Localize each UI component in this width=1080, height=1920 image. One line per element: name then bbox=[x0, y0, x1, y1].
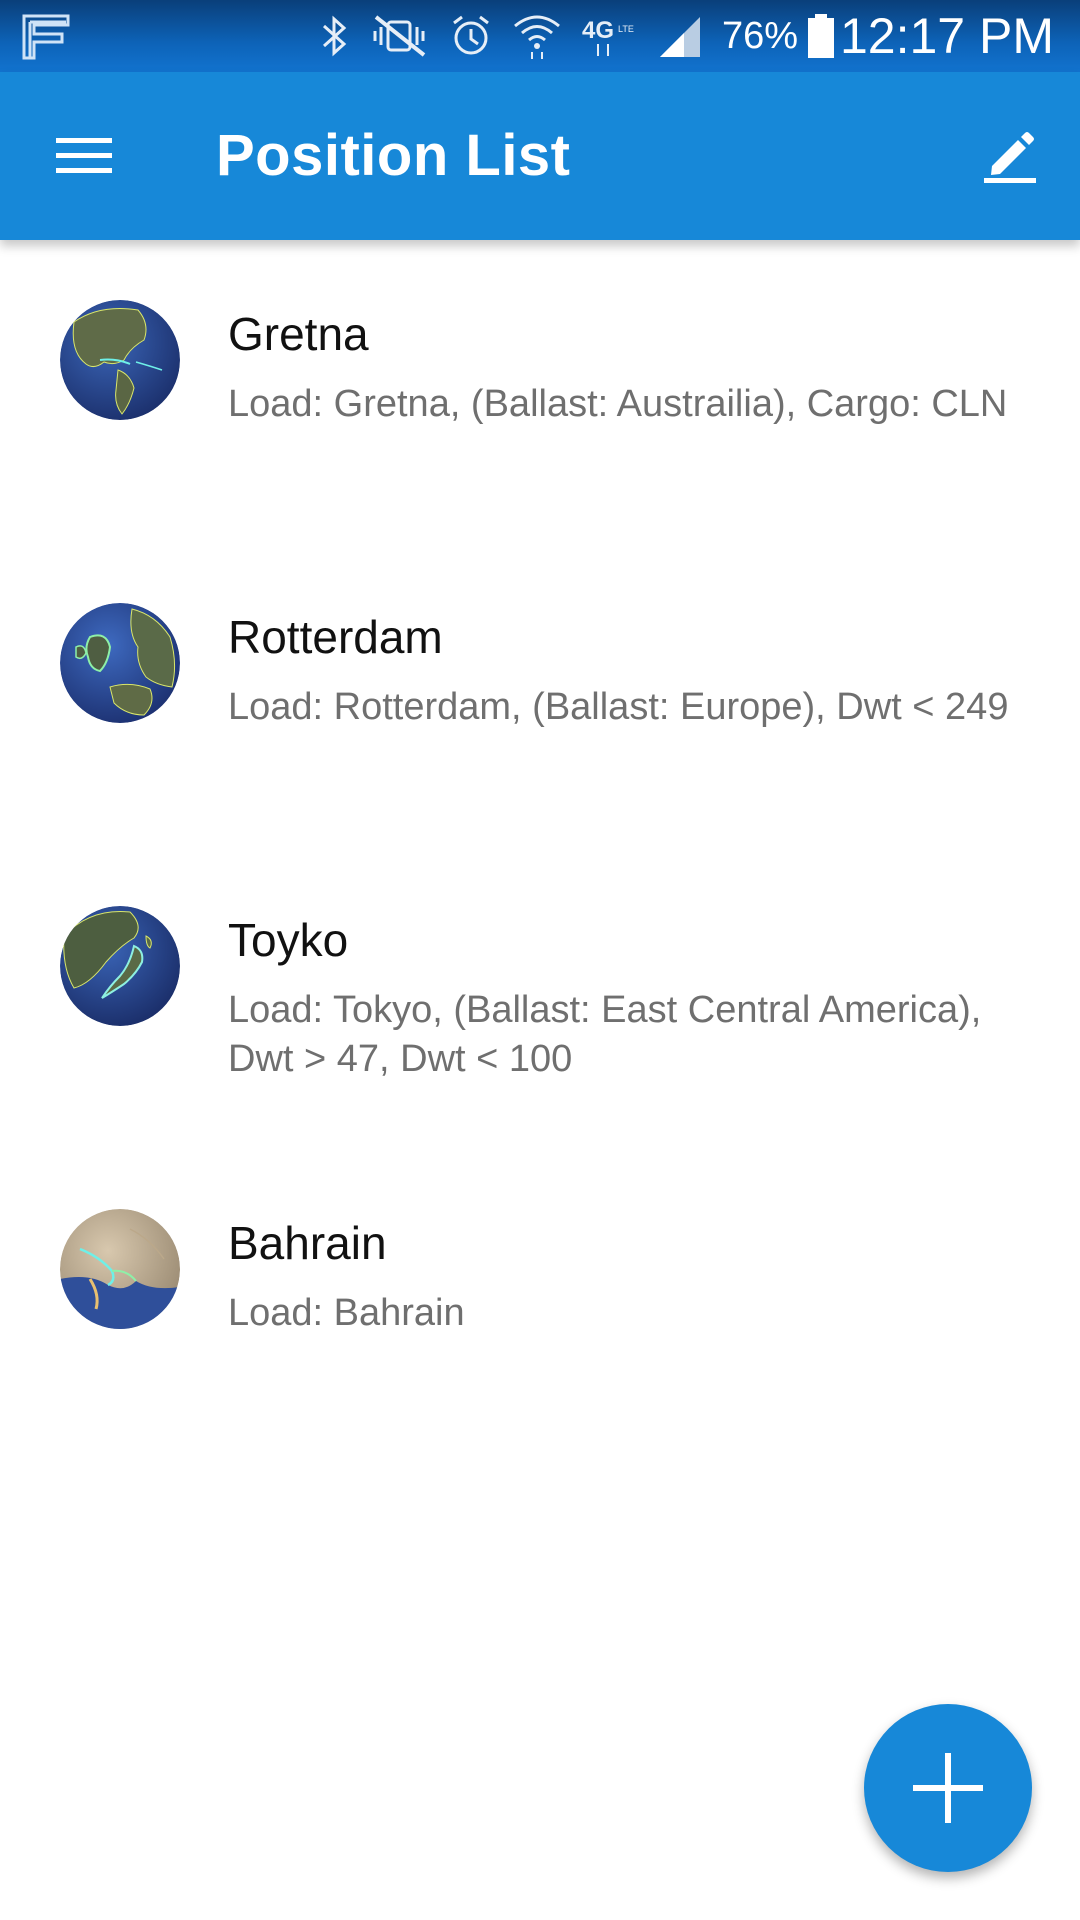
status-time: 12:17 PM bbox=[839, 8, 1054, 64]
flightradar-f-icon bbox=[22, 14, 70, 60]
edit-button[interactable] bbox=[970, 116, 1050, 196]
item-title: Rotterdam bbox=[228, 611, 443, 663]
status-bar: 4G LTE 76% 12:17 PM bbox=[0, 0, 1080, 72]
item-title: Toyko bbox=[228, 914, 349, 966]
list-item[interactable]: Bahrain Load: Bahrain bbox=[0, 1149, 1080, 1452]
app-bar: Position List bbox=[0, 72, 1080, 240]
svg-text:LTE: LTE bbox=[618, 24, 634, 34]
add-position-button[interactable] bbox=[864, 1704, 1032, 1872]
wifi-icon bbox=[512, 12, 562, 60]
item-title: Bahrain bbox=[228, 1217, 387, 1269]
item-subtitle: Load: Tokyo, (Ballast: East Central Amer… bbox=[228, 989, 982, 1080]
status-icons: 4G LTE 76% bbox=[320, 8, 854, 64]
signal-icon bbox=[656, 12, 704, 60]
pencil-edit-icon bbox=[984, 132, 1036, 183]
bluetooth-icon bbox=[320, 12, 350, 60]
list-item[interactable]: Toyko Load: Tokyo, (Ballast: East Centra… bbox=[0, 846, 1080, 1149]
menu-button[interactable] bbox=[38, 116, 130, 196]
alarm-icon bbox=[448, 12, 494, 60]
item-subtitle: Load: Bahrain bbox=[228, 1292, 465, 1334]
item-title: Gretna bbox=[228, 308, 369, 360]
globe-europe-icon bbox=[60, 603, 180, 723]
list-item[interactable]: Gretna Load: Gretna, (Ballast: Austraili… bbox=[0, 240, 1080, 543]
hamburger-menu-icon bbox=[56, 138, 112, 173]
plus-icon bbox=[913, 1753, 983, 1823]
battery-percent: 76% bbox=[722, 14, 799, 57]
list-item[interactable]: Rotterdam Load: Rotterdam, (Ballast: Eur… bbox=[0, 543, 1080, 846]
item-subtitle: Load: Rotterdam, (Ballast: Europe), Dwt … bbox=[228, 686, 1009, 728]
vibrate-mute-icon bbox=[368, 12, 430, 60]
svg-text:4G: 4G bbox=[582, 17, 614, 44]
4g-lte-icon: 4G LTE bbox=[580, 12, 638, 60]
page-title: Position List bbox=[216, 123, 571, 188]
globe-middle-east-icon bbox=[60, 1209, 180, 1329]
item-subtitle: Load: Gretna, (Ballast: Austrailia), Car… bbox=[228, 383, 1008, 425]
position-list: Gretna Load: Gretna, (Ballast: Austraili… bbox=[0, 240, 1080, 1452]
globe-japan-icon bbox=[60, 906, 180, 1026]
globe-americas-icon bbox=[60, 300, 180, 420]
battery-icon bbox=[806, 12, 836, 60]
